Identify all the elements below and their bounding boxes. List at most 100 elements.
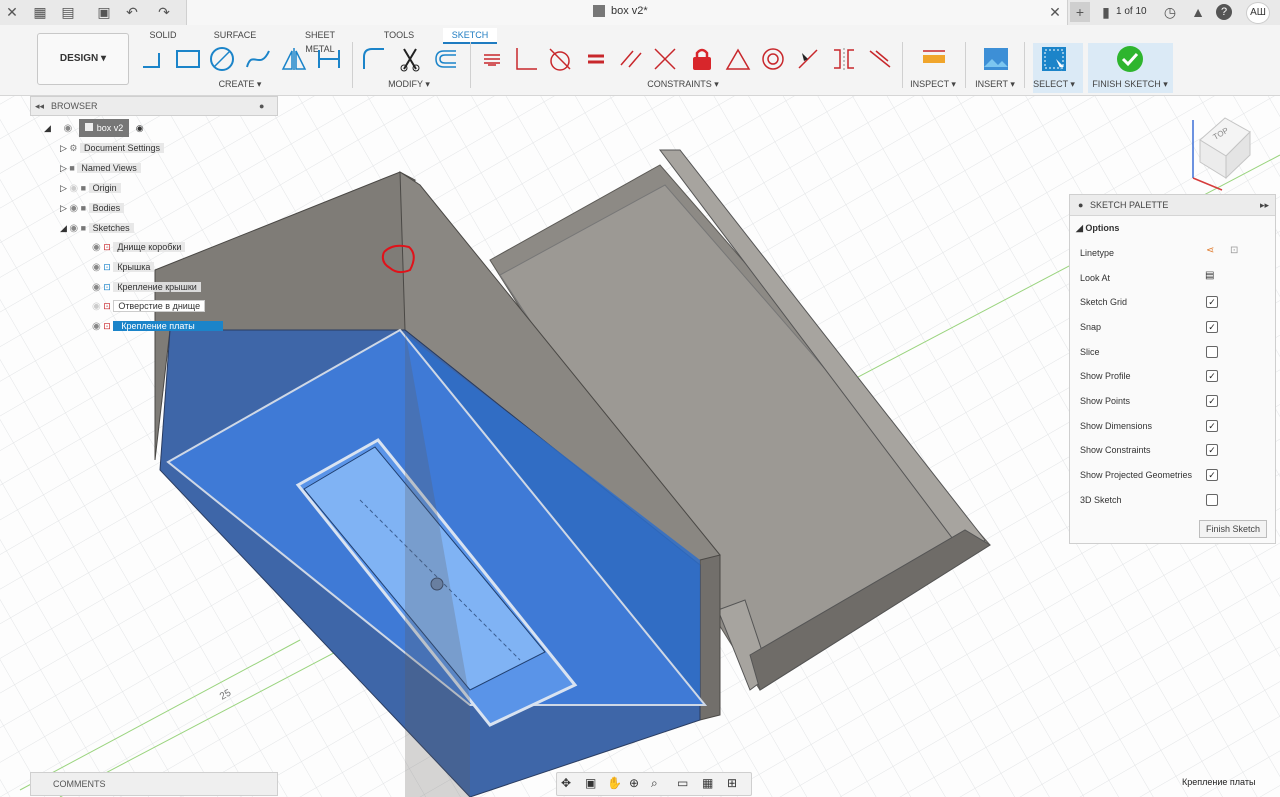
insert-image-icon[interactable] (982, 45, 1010, 73)
offset-tool-icon[interactable] (432, 45, 460, 73)
save-icon[interactable]: ▣ (96, 4, 112, 20)
fillet-tool-icon[interactable] (360, 45, 388, 73)
equal-constraint-icon[interactable] (582, 45, 610, 73)
show-profile-checkbox[interactable]: ✓ (1206, 370, 1218, 382)
trim-tool-icon[interactable] (396, 45, 424, 73)
slice-checkbox[interactable] (1206, 346, 1218, 358)
help-icon[interactable]: ? (1216, 4, 1232, 20)
palette-row-label: Show Projected Geometries (1080, 470, 1193, 480)
comments-label: COMMENTS (53, 779, 106, 789)
show-dimensions-checkbox[interactable]: ✓ (1206, 420, 1218, 432)
rectangle-tool-icon[interactable] (174, 45, 202, 73)
tree-root[interactable]: ◢ ◉ box v2 ◉ (44, 119, 144, 137)
dimension-tool-icon[interactable] (315, 45, 343, 73)
tree-item-origin[interactable]: ▷ ◉ ■ Origin (60, 179, 121, 197)
tangent-constraint-icon[interactable] (546, 45, 574, 73)
comments-bar[interactable]: COMMENTS (30, 772, 278, 796)
title-bar: ✕ ▦ ▤ ▣ ↶ ↷ box v2* ✕ + ▮ 1 of 10 ◷ ▲ ? … (0, 0, 1280, 25)
tree-item-sketches[interactable]: ◢ ◉ ■ Sketches (60, 219, 134, 237)
activate-icon[interactable]: ◉ (136, 123, 144, 133)
create-menu[interactable]: CREATE ▾ (214, 79, 266, 89)
sketch-grid-checkbox[interactable]: ✓ (1206, 296, 1218, 308)
symmetry-constraint-icon[interactable] (830, 45, 858, 73)
constraints-menu[interactable]: CONSTRAINTS ▾ (646, 79, 720, 89)
clock-icon[interactable]: ◷ (1162, 4, 1178, 20)
coincident-constraint-icon[interactable] (866, 45, 894, 73)
expand-icon[interactable]: ◢ (44, 123, 51, 133)
perpendicular-constraint-icon[interactable] (512, 45, 540, 73)
spline-tool-icon[interactable] (244, 45, 272, 73)
show-constraints-checkbox[interactable]: ✓ (1206, 444, 1218, 456)
finish-sketch-menu[interactable]: FINISH SKETCH ▾ (1092, 79, 1168, 89)
browser-header[interactable]: ◂◂ BROWSER ● (30, 96, 278, 116)
mirror-tool-icon[interactable] (280, 45, 308, 73)
undo-icon[interactable]: ↶ (124, 4, 140, 20)
file-icon[interactable]: ▤ (60, 4, 76, 20)
grid-settings-icon[interactable]: ▦ (702, 776, 713, 790)
eye-icon[interactable]: ◉ (63, 123, 72, 134)
finish-sketch-button[interactable]: Finish Sketch (1199, 520, 1267, 538)
redo-icon[interactable]: ↷ (156, 4, 172, 20)
pan-icon[interactable]: ✋ (607, 776, 622, 790)
palette-expand-icon[interactable]: ▸▸ (1260, 195, 1269, 215)
new-tab-icon[interactable]: + (1070, 2, 1090, 22)
show-projected-geometries-checkbox[interactable]: ✓ (1206, 469, 1218, 481)
toolbar-separator (965, 42, 966, 88)
inspect-menu[interactable]: INSPECT ▾ (910, 79, 956, 89)
panel-minimize-icon[interactable]: ● (259, 97, 264, 115)
circle-tool-icon[interactable] (208, 45, 236, 73)
measure-tool-icon[interactable] (920, 45, 948, 73)
triangle-constraint-icon[interactable] (724, 45, 752, 73)
sketch-item[interactable]: ◉ ⊡ Отверстие в днище (92, 297, 206, 315)
collapse-panel-icon[interactable]: ◂◂ (35, 97, 44, 115)
modify-menu[interactable]: MODIFY ▾ (384, 79, 434, 89)
select-menu[interactable]: SELECT ▾ (1033, 79, 1075, 89)
tab-sheet-metal[interactable]: SHEET METAL (290, 28, 350, 54)
linetype-icon[interactable]: ⋖ (1206, 245, 1214, 256)
select-tool-icon[interactable] (1040, 45, 1068, 73)
tab-solid[interactable]: SOLID (148, 28, 178, 42)
concentric-constraint-icon[interactable] (759, 45, 787, 73)
sketch-item[interactable]: ◉ ⊡ Крышка (92, 258, 155, 276)
zoom-icon[interactable]: ⊕ (629, 776, 639, 790)
3d-sketch-checkbox[interactable] (1206, 494, 1218, 506)
toolbar-separator (902, 42, 903, 88)
look-at-icon[interactable]: ▤ (1205, 270, 1214, 281)
sketch-label: Крепление платы (113, 321, 223, 331)
look-at-nav-icon[interactable]: ▣ (585, 776, 596, 790)
bell-icon[interactable]: ▲ (1190, 4, 1206, 20)
palette-header[interactable]: ● SKETCH PALETTE ▸▸ (1070, 195, 1275, 216)
tab-tools[interactable]: TOOLS (382, 28, 416, 42)
sketch-item-active[interactable]: ◉ ⊡ Крепление платы (92, 317, 223, 335)
viewports-icon[interactable]: ⊞ (727, 776, 737, 790)
close-icon[interactable]: ✕ (4, 4, 20, 20)
grid-menu-icon[interactable]: ▦ (32, 4, 48, 20)
user-avatar[interactable]: АШ (1246, 2, 1270, 24)
finish-sketch-icon[interactable] (1116, 45, 1144, 73)
tree-item-document-settings[interactable]: ▷ ⚙ Document Settings (60, 139, 165, 157)
options-section[interactable]: ◢ Options (1076, 223, 1119, 234)
snap-checkbox[interactable]: ✓ (1206, 321, 1218, 333)
collinear-constraint-icon[interactable] (651, 45, 679, 73)
linetype-construction-icon[interactable]: ⊡ (1230, 245, 1238, 256)
fix-constraint-icon[interactable] (478, 45, 506, 73)
job-status-icon[interactable]: ▮ (1098, 4, 1114, 20)
display-settings-icon[interactable]: ▭ (677, 776, 688, 790)
tab-surface[interactable]: SURFACE (212, 28, 258, 42)
lock-constraint-icon[interactable] (688, 45, 716, 73)
document-tab[interactable]: box v2* ✕ (186, 0, 1068, 25)
orbit-icon[interactable]: ✥ (561, 776, 571, 790)
parallel-constraint-icon[interactable] (617, 45, 645, 73)
sketch-item[interactable]: ◉ ⊡ Днище коробки (92, 238, 186, 256)
line-tool-icon[interactable] (139, 45, 167, 73)
workspace-switcher[interactable]: DESIGN ▾ (37, 33, 129, 85)
tree-item-named-views[interactable]: ▷ ■ Named Views (60, 159, 141, 177)
palette-pin-icon[interactable]: ● (1078, 195, 1083, 215)
sketch-item[interactable]: ◉ ⊡ Крепление крышки (92, 278, 201, 296)
show-points-checkbox[interactable]: ✓ (1206, 395, 1218, 407)
midpoint-constraint-icon[interactable] (794, 45, 822, 73)
zoom-window-icon[interactable]: ⌕ (651, 776, 658, 791)
insert-menu[interactable]: INSERT ▾ (974, 79, 1016, 89)
tree-item-bodies[interactable]: ▷ ◉ ■ Bodies (60, 199, 125, 217)
tab-close-icon[interactable]: ✕ (1047, 4, 1063, 20)
